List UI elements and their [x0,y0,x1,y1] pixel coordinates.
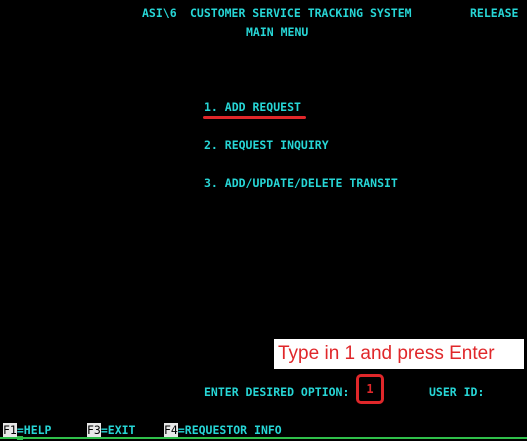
f3-key-label: F3 [87,423,101,437]
option-prompt-label: ENTER DESIRED OPTION: [204,385,350,399]
status-bar [0,437,527,439]
f1-help-key[interactable]: F1=HELP [3,423,51,437]
f4-requestor-key[interactable]: F4=REQUESTOR INFO [164,423,282,437]
release-label: RELEASE [470,6,519,20]
highlight-underline [203,116,306,119]
instruction-callout: Type in 1 and press Enter [274,339,524,369]
system-title: CUSTOMER SERVICE TRACKING SYSTEM [190,6,412,20]
f1-action: =HELP [16,423,52,437]
menu-item-transit[interactable]: 3. ADD/UPDATE/DELETE TRANSIT [204,176,398,190]
terminal-cursor [17,436,23,440]
f1-key-label: F1 [3,423,17,437]
user-id-label: USER ID: [429,385,485,399]
f3-action: =EXIT [100,423,136,437]
f4-action: =REQUESTOR INFO [177,423,282,437]
menu-title: MAIN MENU [246,25,309,39]
menu-item-request-inquiry[interactable]: 2. REQUEST INQUIRY [204,138,329,152]
option-input[interactable]: 1 [356,374,384,404]
f3-exit-key[interactable]: F3=EXIT [87,423,135,437]
system-id: ASI\6 [142,6,177,20]
menu-item-add-request[interactable]: 1. ADD REQUEST [204,100,301,114]
f4-key-label: F4 [164,423,178,437]
